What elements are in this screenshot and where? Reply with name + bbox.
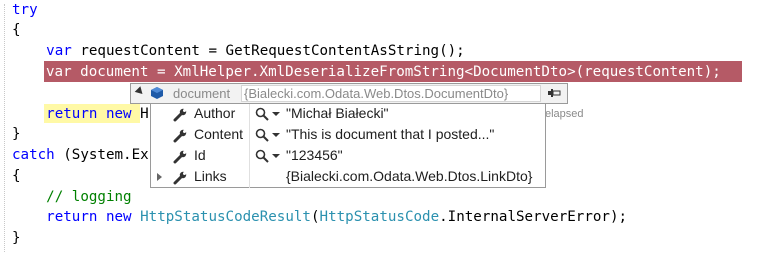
row-label-cell: Content [151,125,250,146]
elapsed-label: elapsed [545,108,584,120]
chevron-down-icon[interactable] [272,154,280,158]
row-value: "This is document that I posted..." [286,126,495,142]
row-label: Content [194,126,244,142]
datatip-members: Author "Michał Białecki" Content "This i… [150,104,546,188]
code-line-request-content: var requestContent = GetRequestContentAs… [46,43,465,59]
expand-arrow-icon[interactable] [157,173,162,181]
row-value: {Bialecki.com.Odata.Web.Dtos.LinkDto} [286,168,533,184]
magnifier-icon[interactable] [255,107,269,121]
code-line-close-brace: } [12,126,21,142]
row-label: Id [194,147,206,163]
wrench-icon [173,171,187,185]
wrench-icon [173,108,187,122]
code-line-comment: // logging [46,189,132,205]
row-label-cell: Links [151,167,250,188]
wrench-icon [173,150,187,164]
code-line-try: try [12,2,38,18]
row-label: Author [194,105,236,121]
datatip-row[interactable]: Content "This is document that I posted.… [151,125,547,146]
code-line-open-brace: { [12,22,21,38]
wrench-icon [173,129,187,143]
magnifier-icon[interactable] [255,128,269,142]
code-line-catch: catch (System.Ex [12,147,149,163]
code-line-final-brace: } [12,230,21,246]
code-line-return-error: return new HttpStatusCodeResult(HttpStat… [46,209,628,225]
datatip-value[interactable]: {Bialecki.com.Odata.Web.Dtos.DocumentDto… [241,85,541,102]
row-label-cell: Author [151,104,250,125]
current-line-highlight: var document = XmlHelper.XmlDeserializeF… [44,61,742,82]
row-value: "Michał Białecki" [286,105,389,121]
code-line-deserialize: var document = XmlHelper.XmlDeserializeF… [46,64,721,80]
code-line-return: return new H [46,106,149,122]
row-value: "123456" [286,147,343,163]
code-line-catch-open-brace: { [12,168,21,184]
row-label-cell: Id [151,146,250,167]
datatip-row[interactable]: Links {Bialecki.com.Odata.Web.Dtos.LinkD… [151,167,547,188]
datatip-row[interactable]: Author "Michał Białecki" [151,104,547,125]
row-label: Links [194,168,227,184]
datatip[interactable]: document {Bialecki.com.Odata.Web.Dtos.Do… [130,83,568,104]
datatip-variable-name: document [173,86,231,101]
magnifier-icon[interactable] [255,149,269,163]
chevron-down-icon[interactable] [272,112,280,116]
object-cube-icon [151,87,163,99]
datatip-row[interactable]: Id "123456" [151,146,547,167]
pin-icon[interactable] [547,87,563,99]
indent-guide [4,4,5,252]
collapse-arrow-icon[interactable] [134,86,146,97]
chevron-down-icon[interactable] [272,133,280,137]
